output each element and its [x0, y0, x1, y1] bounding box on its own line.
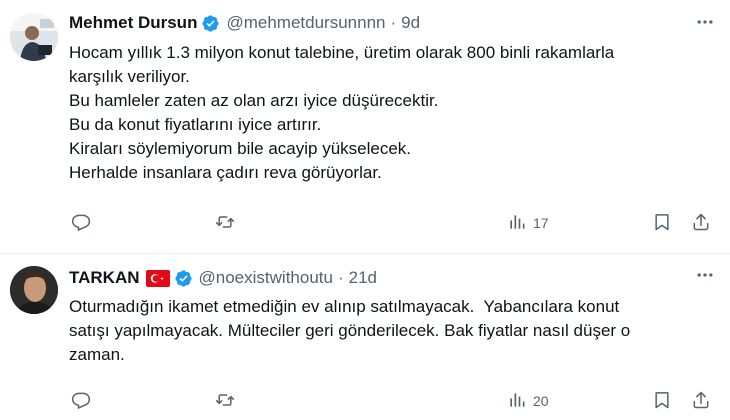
share-button[interactable] — [691, 389, 711, 413]
views-count: 20 — [533, 393, 549, 409]
avatar[interactable] — [10, 13, 58, 61]
verified-badge-icon[interactable] — [174, 269, 193, 288]
bookmark-icon — [652, 212, 672, 235]
views-button[interactable]: 20 — [507, 389, 549, 413]
more-options-icon[interactable] — [694, 11, 716, 33]
tweet-text-line: Kiraları söylemiyorum bile acayip yüksel… — [69, 139, 412, 158]
retweet-button[interactable] — [215, 211, 235, 235]
turkey-flag-icon — [145, 269, 170, 287]
tweet-text-line: karşılık veriliyor. — [69, 67, 190, 86]
share-icon — [691, 390, 711, 413]
retweet-icon — [215, 212, 235, 235]
reply-icon — [71, 390, 91, 413]
verified-badge-icon[interactable] — [201, 14, 220, 33]
tweet-text-line: Oturmadığın ikamet etmediğin ev alınıp s… — [69, 297, 620, 316]
author-name[interactable]: TARKAN — [69, 268, 140, 288]
reply-button[interactable] — [71, 389, 91, 413]
timestamp[interactable]: 21d — [349, 268, 377, 288]
tweet-text-line: zaman. — [69, 345, 125, 364]
bookmark-button[interactable] — [652, 211, 672, 235]
views-count: 17 — [533, 215, 549, 231]
views-button[interactable]: 17 — [507, 211, 549, 235]
tweet[interactable]: Mehmet Dursun @mehmetdursunnnn · 9d Hoca… — [0, 0, 730, 253]
more-options-icon[interactable] — [694, 264, 716, 286]
tweet[interactable]: TARKAN @noexistwithoutu · 21d Oturmadığı… — [0, 254, 730, 420]
author-name[interactable]: Mehmet Dursun — [69, 13, 197, 33]
retweet-icon — [215, 390, 235, 413]
tweet-text-line: Hocam yıllık 1.3 milyon konut talebine, … — [69, 43, 615, 62]
tweet-actions: 17 — [69, 211, 720, 235]
tweet-header: TARKAN @noexistwithoutu · 21d — [69, 267, 377, 289]
separator-dot: · — [337, 268, 344, 287]
author-handle[interactable]: @mehmetdursunnnn — [226, 13, 385, 33]
tweet-text-line: Bu da konut fiyatlarını iyice artırır. — [69, 115, 322, 134]
share-button[interactable] — [691, 211, 711, 235]
tweet-text-line: satışı yapılmayacak. Mülteciler geri gön… — [69, 321, 631, 340]
reply-icon — [71, 212, 91, 235]
tweet-text-line: Bu hamleler zaten az olan arzı iyice düş… — [69, 91, 439, 110]
views-icon — [507, 390, 527, 413]
tweet-text-line: Herhalde insanlara çadırı reva görüyorla… — [69, 163, 382, 182]
bookmark-button[interactable] — [652, 389, 672, 413]
reply-button[interactable] — [71, 211, 91, 235]
views-icon — [507, 212, 527, 235]
separator-dot: · — [390, 13, 397, 32]
author-handle[interactable]: @noexistwithoutu — [199, 268, 333, 288]
tweet-header: Mehmet Dursun @mehmetdursunnnn · 9d — [69, 12, 420, 34]
tweet-text: Oturmadığın ikamet etmediğin ev alınıp s… — [69, 295, 709, 367]
bookmark-icon — [652, 390, 672, 413]
timestamp[interactable]: 9d — [401, 13, 420, 33]
tweet-actions: 20 — [69, 389, 720, 413]
retweet-button[interactable] — [215, 389, 235, 413]
share-icon — [691, 212, 711, 235]
avatar[interactable] — [10, 266, 58, 314]
tweet-text: Hocam yıllık 1.3 milyon konut talebine, … — [69, 41, 709, 185]
